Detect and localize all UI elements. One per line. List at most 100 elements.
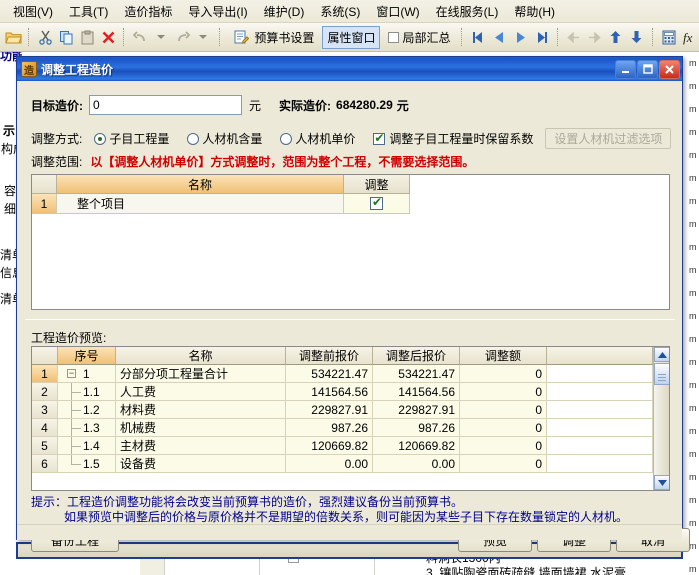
- menu-item-system[interactable]: 系统(S): [313, 1, 367, 22]
- preview-row-seq: 1.4: [83, 439, 100, 453]
- tree-horizontal-line: [72, 410, 81, 411]
- table-row[interactable]: 1 − 1 分部分项工程量合计 534221.47 534221.47 0: [32, 365, 653, 383]
- maximize-button[interactable]: [637, 59, 658, 79]
- adjust-range-label: 调整范围:: [31, 155, 83, 169]
- unit-label: m: [689, 288, 697, 298]
- radio-sub-item-quantity[interactable]: [94, 132, 107, 145]
- menu-item-view[interactable]: 视图(V): [6, 1, 60, 22]
- preview-row-name: 机械费: [116, 419, 286, 437]
- menu-item-import-export[interactable]: 导入导出(I): [181, 1, 254, 22]
- menu-item-tools[interactable]: 工具(T): [62, 1, 115, 22]
- property-window-button[interactable]: 属性窗口: [322, 25, 381, 49]
- menu-item-help[interactable]: 帮助(H): [507, 1, 562, 22]
- scroll-up-button[interactable]: [654, 347, 669, 362]
- unit-label: m: [689, 541, 697, 551]
- target-price-input[interactable]: [89, 95, 242, 115]
- radio-labor-material-unit-price[interactable]: [280, 132, 293, 145]
- close-button[interactable]: [659, 59, 680, 79]
- preview-header-seq: 序号: [58, 347, 116, 365]
- range-row-adjust-checkbox[interactable]: ✔: [370, 195, 383, 210]
- nav-prev-icon[interactable]: [490, 27, 508, 47]
- preview-row-before: 0.00: [286, 455, 373, 473]
- preview-row-seq-cell: 1.4: [58, 437, 116, 455]
- unit-label: m: [689, 311, 697, 321]
- preview-row-name: 分部分项工程量合计: [116, 365, 286, 383]
- preview-row-before: 987.26: [286, 419, 373, 437]
- preview-row-spare: [547, 437, 653, 455]
- radio-labor-material-content[interactable]: [187, 132, 200, 145]
- nav-next-icon[interactable]: [512, 27, 530, 47]
- menu-item-online-service[interactable]: 在线服务(L): [429, 1, 506, 22]
- nav-first-icon[interactable]: [469, 27, 487, 47]
- actual-price-value: 684280.29: [336, 98, 393, 112]
- toolbar-separator-4: [461, 28, 463, 46]
- preview-row-seq: 1.2: [83, 403, 100, 417]
- preview-row-before: 534221.47: [286, 365, 373, 383]
- formula-icon[interactable]: fx: [681, 27, 699, 47]
- table-row[interactable]: 1 整个项目 ✔: [32, 194, 669, 214]
- adjust-project-cost-dialog: 造 调整工程造价 目标造价: 元 实际造价: 684280.29 元: [16, 56, 690, 552]
- unit-label: m: [689, 265, 697, 275]
- preview-row-seq-cell: − 1: [58, 365, 116, 383]
- left-fragment-1: 示: [3, 124, 16, 138]
- property-window-label: 属性窗口: [327, 30, 376, 45]
- preview-row-number: 1: [32, 365, 58, 383]
- local-summary-checkbox[interactable]: [388, 31, 400, 43]
- preview-row-name: 材料费: [116, 401, 286, 419]
- toolbar-separator-2: [123, 28, 125, 46]
- tree-horizontal-line: [72, 392, 81, 393]
- keep-coefficient-checkbox[interactable]: [373, 131, 386, 145]
- range-row-adjust-cell[interactable]: ✔: [344, 194, 410, 214]
- redo-icon: [173, 27, 191, 47]
- radio-labor-material-unit-price-label: 人材机单价: [295, 132, 356, 146]
- minimize-button[interactable]: [615, 59, 636, 79]
- paste-icon[interactable]: [78, 27, 96, 47]
- table-row[interactable]: 5 1.4 主材费 120669.82 120669.82 0: [32, 437, 653, 455]
- nav-last-icon[interactable]: [533, 27, 551, 47]
- table-row[interactable]: 2 1.1 人工费 141564.56 141564.56 0: [32, 383, 653, 401]
- unit-label: m: [689, 81, 697, 91]
- open-folder-icon[interactable]: [4, 27, 22, 47]
- menu-item-window[interactable]: 窗口(W): [369, 1, 426, 22]
- adjust-range-note: 以【调整人材机单价】方式调整时，范围为整个工程，不需要选择范围。: [90, 155, 475, 169]
- preview-row-number: 2: [32, 383, 58, 401]
- preview-row-after: 141564.56: [373, 383, 460, 401]
- move-up-icon[interactable]: [607, 27, 625, 47]
- budget-settings-icon: [231, 27, 251, 47]
- target-price-unit: 元: [249, 98, 262, 113]
- local-summary-button[interactable]: 局部汇总: [383, 26, 455, 49]
- cut-icon[interactable]: [36, 27, 54, 47]
- calculator-icon[interactable]: [660, 27, 678, 47]
- unit-label: m: [689, 196, 697, 206]
- preview-table-vertical-scrollbar[interactable]: [653, 347, 669, 490]
- scroll-down-button[interactable]: [654, 475, 669, 490]
- dialog-title: 调整工程造价: [41, 62, 114, 77]
- table-row[interactable]: 6 1.5 设备费 0.00 0.00 0: [32, 455, 653, 473]
- dialog-app-icon: 造: [21, 61, 37, 77]
- tip-text: 提示：工程造价调整功能将会改变当前预算书的造价，强烈建议备份当前预算书。 如果预…: [31, 495, 670, 525]
- preview-table[interactable]: 序号 名称 调整前报价 调整后报价 调整额 1 − 1 分部分项工程量合计 53…: [31, 346, 670, 491]
- preview-row-number: 5: [32, 437, 58, 455]
- menu-item-cost-index[interactable]: 造价指标: [117, 1, 179, 22]
- copy-icon[interactable]: [57, 27, 75, 47]
- toolbar-separator-5: [556, 28, 559, 46]
- preview-row-name: 设备费: [116, 455, 286, 473]
- range-table[interactable]: 名称 调整 1 整个项目 ✔: [31, 174, 670, 310]
- budget-settings-button[interactable]: 预算书设置: [226, 24, 319, 50]
- preview-row-delta: 0: [460, 419, 547, 437]
- table-row[interactable]: 4 1.3 机械费 987.26 987.26 0: [32, 419, 653, 437]
- redo-dropdown-icon: [194, 27, 212, 47]
- move-down-icon[interactable]: [628, 27, 646, 47]
- delete-icon[interactable]: [99, 27, 117, 47]
- table-row[interactable]: 3 1.2 材料费 229827.91 229827.91 0: [32, 401, 653, 419]
- range-header-name: 名称: [57, 175, 344, 194]
- collapse-expander-icon[interactable]: −: [67, 369, 76, 378]
- preview-row-number: 4: [32, 419, 58, 437]
- undo-dropdown-icon: [152, 27, 170, 47]
- toolbar-separator-1: [28, 28, 30, 46]
- unit-label: m: [689, 104, 697, 114]
- dialog-titlebar[interactable]: 造 调整工程造价: [17, 57, 682, 81]
- menu-item-maintenance[interactable]: 维护(D): [257, 1, 312, 22]
- toolbar-separator-6: [651, 28, 654, 46]
- scrollbar-thumb[interactable]: [654, 363, 669, 385]
